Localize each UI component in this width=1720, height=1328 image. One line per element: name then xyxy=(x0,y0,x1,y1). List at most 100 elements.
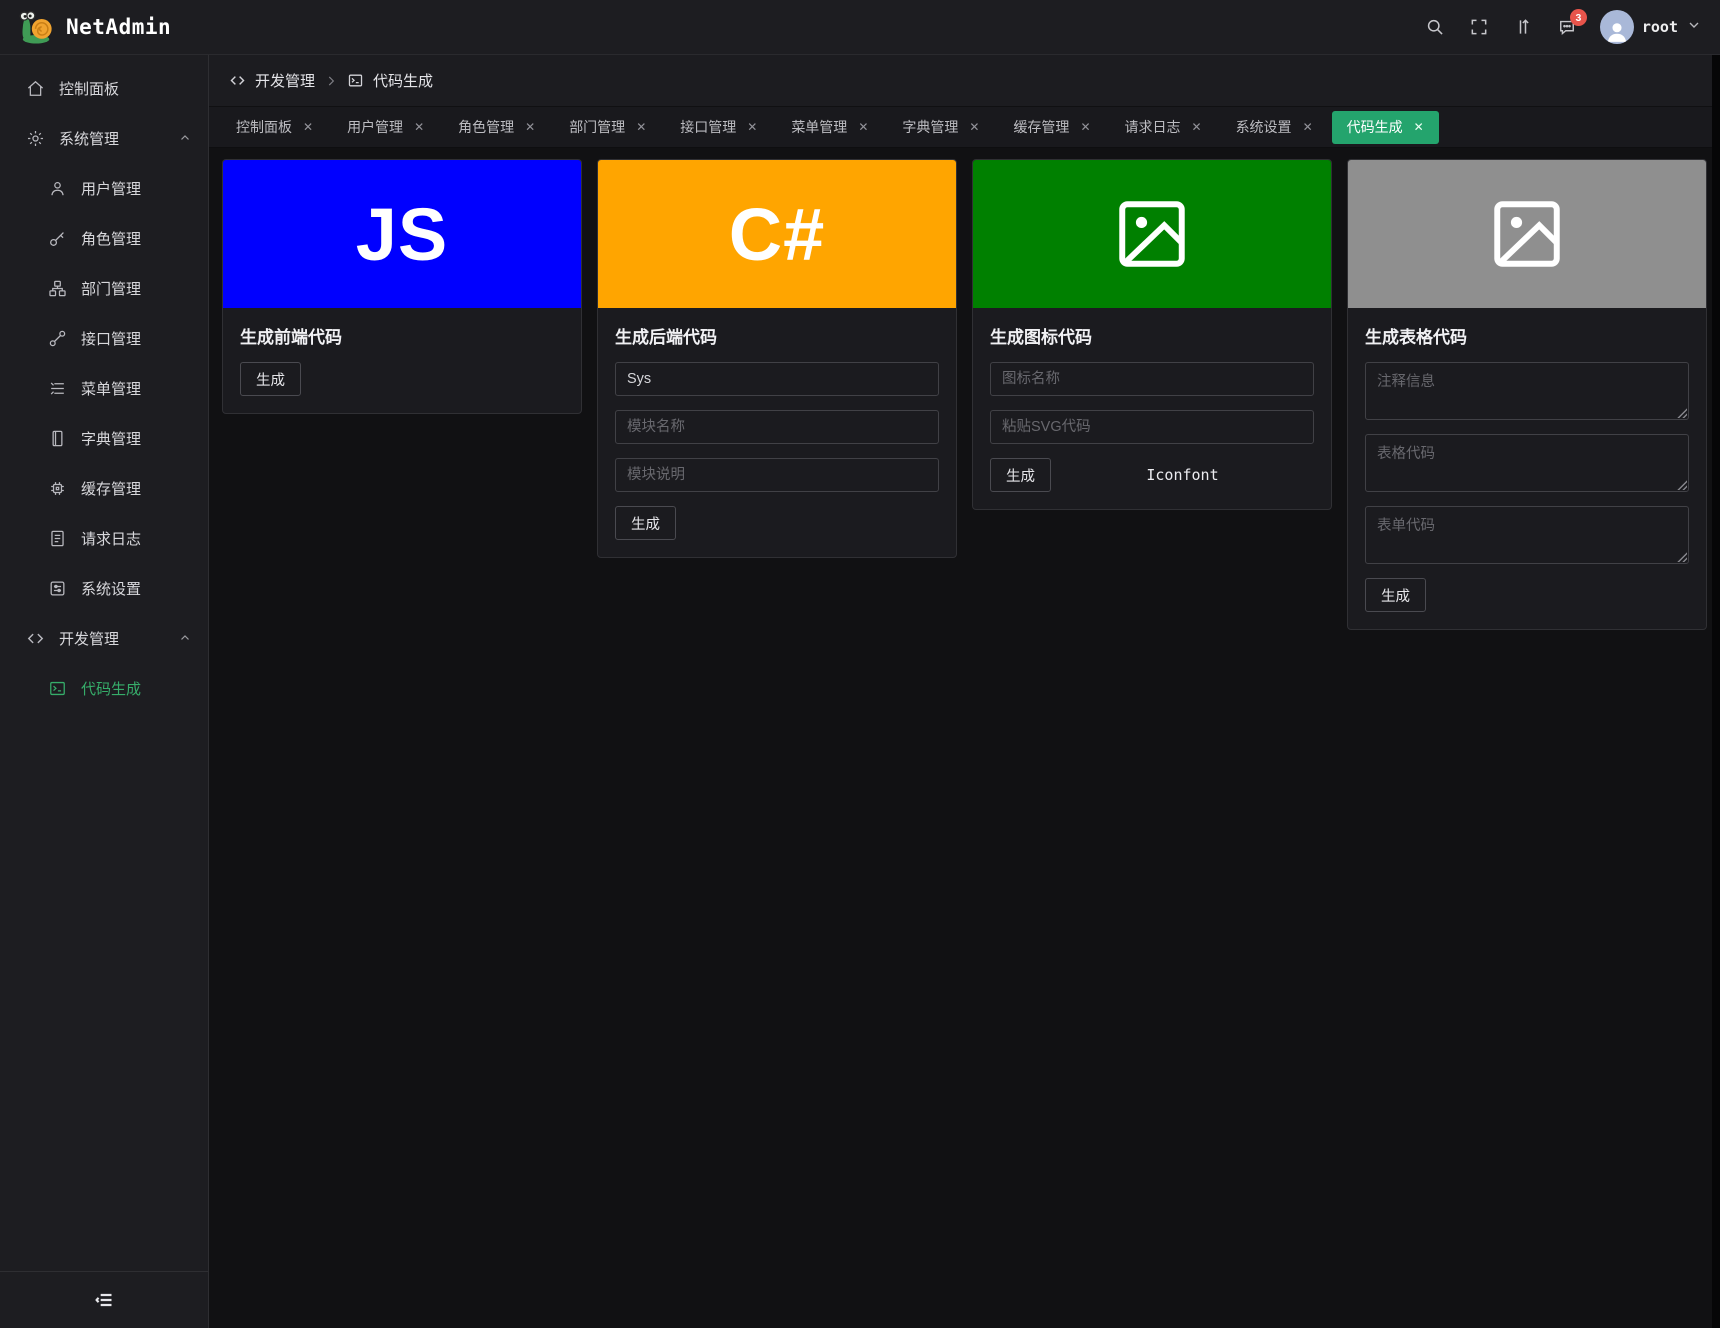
form-code-textarea[interactable] xyxy=(1365,506,1689,564)
sidebar-item-label: 请求日志 xyxy=(81,530,142,548)
tab-close-icon[interactable]: ✕ xyxy=(1080,121,1090,133)
logo-area: NetAdmin xyxy=(18,10,171,44)
module-name-input[interactable] xyxy=(615,410,939,444)
table-banner xyxy=(1348,160,1706,308)
module-prefix-input[interactable] xyxy=(615,362,939,396)
tab-label: 控制面板 xyxy=(236,119,292,135)
tab-dictionaries[interactable]: 字典管理 ✕ xyxy=(887,111,994,144)
breadcrumb-section[interactable]: 开发管理 xyxy=(255,70,315,91)
username: root xyxy=(1641,18,1678,36)
sidebar-item-roles[interactable]: 角色管理 xyxy=(0,213,208,263)
sidebar-item-cache[interactable]: 缓存管理 xyxy=(0,463,208,513)
tab-label: 用户管理 xyxy=(347,119,404,135)
tab-close-icon[interactable]: ✕ xyxy=(414,121,424,133)
sidebar-item-dashboard[interactable]: 控制面板 xyxy=(0,63,208,113)
sidebar-item-users[interactable]: 用户管理 xyxy=(0,163,208,213)
sidebar-item-departments[interactable]: 部门管理 xyxy=(0,263,208,313)
tab-close-icon[interactable]: ✕ xyxy=(303,121,313,133)
generate-backend-button[interactable]: 生成 xyxy=(615,506,676,540)
sidebar-item-code-generation[interactable]: 代码生成 xyxy=(0,663,208,713)
table-code-textarea[interactable] xyxy=(1365,434,1689,492)
tab-cache[interactable]: 缓存管理 ✕ xyxy=(998,111,1105,144)
sidebar-item-label: 代码生成 xyxy=(81,680,142,698)
sidebar-item-label: 菜单管理 xyxy=(81,380,142,398)
log-file-icon xyxy=(48,529,67,548)
csharp-banner-text: C# xyxy=(728,192,826,276)
tab-settings[interactable]: 系统设置 ✕ xyxy=(1221,111,1328,144)
breadcrumb: 开发管理 代码生成 xyxy=(209,55,1720,107)
js-banner: JS xyxy=(223,160,581,308)
tab-request-logs[interactable]: 请求日志 ✕ xyxy=(1110,111,1217,144)
app-title: NetAdmin xyxy=(66,15,172,39)
card-generate-icon: 生成图标代码 生成 Iconfont xyxy=(972,159,1332,510)
user-menu[interactable]: root xyxy=(1599,10,1702,44)
tab-label: 字典管理 xyxy=(902,119,959,135)
chevron-down-icon xyxy=(1686,17,1702,38)
tab-close-icon[interactable]: ✕ xyxy=(858,121,868,133)
fullscreen-icon[interactable] xyxy=(1468,16,1490,38)
sidebar-group-development[interactable]: 开发管理 xyxy=(0,613,208,663)
avatar[interactable] xyxy=(1599,10,1634,44)
sidebar-item-label: 字典管理 xyxy=(81,430,142,448)
tab-close-icon[interactable]: ✕ xyxy=(1303,121,1313,133)
home-icon xyxy=(26,79,45,98)
sidebar-item-settings[interactable]: 系统设置 xyxy=(0,563,208,613)
tab-label: 菜单管理 xyxy=(791,119,848,135)
tab-users[interactable]: 用户管理 ✕ xyxy=(332,111,439,144)
tab-dashboard[interactable]: 控制面板 ✕ xyxy=(221,111,328,144)
book-icon xyxy=(48,429,67,448)
header-actions: 3 root xyxy=(1424,9,1702,44)
sidebar: 控制面板 系统管理 用户管理 角色管理 部门管理 接口管理 菜单管理 字典管理 … xyxy=(0,55,209,1328)
sidebar-group-system[interactable]: 系统管理 xyxy=(0,113,208,163)
generate-frontend-button[interactable]: 生成 xyxy=(240,362,301,396)
breadcrumb-page: 代码生成 xyxy=(373,73,434,90)
code-icon xyxy=(26,629,45,648)
js-banner-text: JS xyxy=(355,192,449,276)
terminal-icon xyxy=(347,72,364,89)
search-icon[interactable] xyxy=(1424,16,1446,38)
module-description-input[interactable] xyxy=(615,458,939,492)
sidebar-item-apis[interactable]: 接口管理 xyxy=(0,313,208,363)
sidebar-item-dictionaries[interactable]: 字典管理 xyxy=(0,413,208,463)
tab-close-icon[interactable]: ✕ xyxy=(525,121,535,133)
org-chart-icon xyxy=(48,279,67,298)
sidebar-item-menus[interactable]: 菜单管理 xyxy=(0,363,208,413)
sidebar-item-request-logs[interactable]: 请求日志 xyxy=(0,513,208,563)
swap-vertical-icon[interactable] xyxy=(1512,16,1534,38)
card-title: 生成表格代码 xyxy=(1365,328,1467,347)
sidebar-item-label: 用户管理 xyxy=(81,180,142,198)
tab-label: 接口管理 xyxy=(680,119,737,135)
tab-code-generation[interactable]: 代码生成 ✕ xyxy=(1331,110,1439,144)
scrollbar-track[interactable] xyxy=(1712,55,1720,1328)
tab-bar: 控制面板 ✕ 用户管理 ✕ 角色管理 ✕ 部门管理 ✕ 接口管理 ✕ 菜单管理 … xyxy=(209,107,1720,148)
terminal-icon xyxy=(48,679,67,698)
generate-icon-button[interactable]: 生成 xyxy=(990,458,1051,492)
image-icon xyxy=(1110,192,1194,276)
tab-close-icon[interactable]: ✕ xyxy=(969,121,979,133)
tab-apis[interactable]: 接口管理 ✕ xyxy=(665,111,772,144)
gear-icon xyxy=(26,129,45,148)
tab-close-icon[interactable]: ✕ xyxy=(1414,121,1424,133)
tab-close-icon[interactable]: ✕ xyxy=(636,121,646,133)
sidebar-item-label: 接口管理 xyxy=(81,330,142,348)
tab-label: 缓存管理 xyxy=(1013,119,1070,135)
icon-name-input[interactable] xyxy=(990,362,1314,396)
generate-table-button[interactable]: 生成 xyxy=(1365,578,1426,612)
tab-roles[interactable]: 角色管理 ✕ xyxy=(443,111,550,144)
snail-logo-icon xyxy=(18,10,56,44)
tab-menus[interactable]: 菜单管理 ✕ xyxy=(776,111,883,144)
sidebar-collapse-button[interactable] xyxy=(0,1271,208,1328)
comment-info-textarea[interactable] xyxy=(1365,362,1689,420)
messages-icon[interactable]: 3 xyxy=(1556,9,1587,38)
tab-label: 部门管理 xyxy=(569,119,626,135)
card-generate-table: 生成表格代码 生成 xyxy=(1347,159,1707,630)
iconfont-link[interactable]: Iconfont xyxy=(1051,466,1314,484)
svg-code-input[interactable] xyxy=(990,410,1314,444)
menu-lines-icon xyxy=(48,379,67,398)
tab-departments[interactable]: 部门管理 ✕ xyxy=(554,111,661,144)
icon-banner xyxy=(973,160,1331,308)
csharp-banner: C# xyxy=(598,160,956,308)
tab-close-icon[interactable]: ✕ xyxy=(1192,121,1202,133)
api-link-icon xyxy=(48,329,67,348)
tab-close-icon[interactable]: ✕ xyxy=(747,121,757,133)
